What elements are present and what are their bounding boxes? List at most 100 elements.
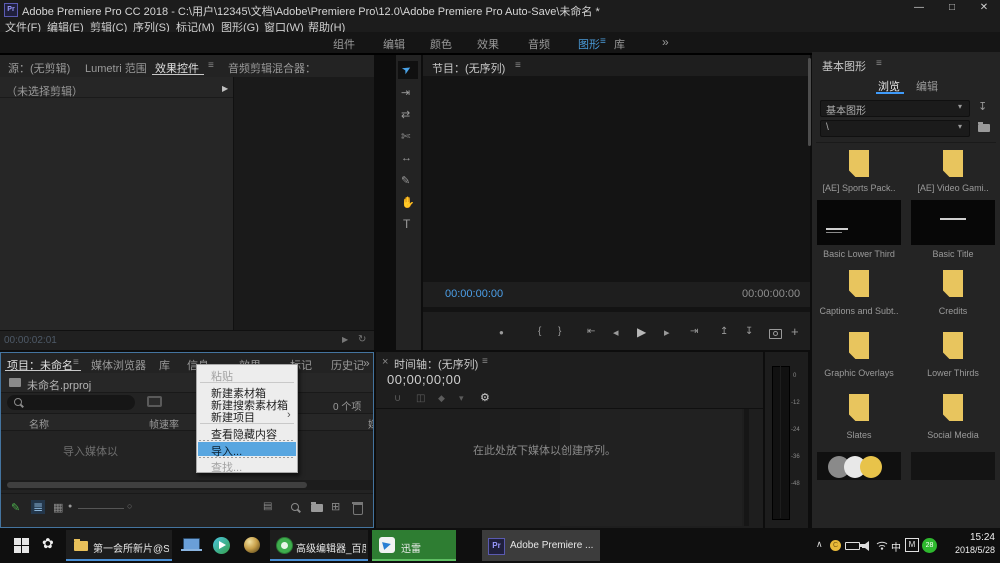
panel-menu-icon[interactable]: ≡ (515, 60, 521, 71)
workspace-overflow[interactable]: » (662, 35, 669, 49)
template-item-label[interactable]: [AE] Video Gami.. (906, 183, 1000, 193)
timeline-settings-icon[interactable]: ⚙ (480, 391, 490, 404)
list-view-icon[interactable]: ≣ (31, 500, 46, 514)
mark-in-icon[interactable]: { (538, 326, 541, 337)
template-folder-icon[interactable] (849, 270, 869, 297)
path-dropdown[interactable] (820, 120, 970, 137)
find-icon[interactable] (291, 503, 299, 511)
menu-graphics[interactable]: 图形(G) (221, 19, 259, 32)
template-item-label[interactable]: Lower Thirds (906, 368, 1000, 378)
step-back-icon[interactable]: ◂ (613, 326, 619, 339)
template-folder-icon[interactable] (943, 332, 963, 359)
wifi-icon[interactable] (876, 540, 888, 550)
tab-lumetri-scopes[interactable]: Lumetri 范围 (85, 60, 147, 76)
workspace-menu-icon[interactable]: ≡ (600, 36, 606, 47)
template-thumbnail[interactable] (911, 200, 995, 245)
template-thumbnail[interactable] (911, 452, 995, 480)
lift-icon[interactable]: ↥ (720, 326, 728, 337)
slip-tool[interactable]: ↔ (401, 152, 412, 164)
menu-window[interactable]: 窗口(W) (264, 19, 304, 32)
workspace-tab-audio[interactable]: 音频 (528, 36, 550, 52)
template-item-label[interactable]: Social Media (906, 430, 1000, 440)
template-item-label[interactable]: Captions and Subt.. (812, 306, 906, 316)
timeline-timecode[interactable]: 00;00;00;00 (387, 372, 461, 387)
project-file-name[interactable]: 未命名.prproj (27, 377, 91, 393)
program-monitor-title[interactable]: 节目：(无序列) (432, 60, 505, 76)
go-to-in-icon[interactable]: ⇤ (587, 326, 595, 337)
template-item-label[interactable]: Slates (812, 430, 906, 440)
menu-help[interactable]: 帮助(H) (308, 19, 345, 32)
tray-day-badge[interactable]: 28 (922, 538, 937, 553)
tab-libraries[interactable]: 库 (159, 357, 170, 373)
add-panel-button[interactable]: + (791, 324, 799, 339)
tray-m-icon[interactable]: M (905, 538, 919, 552)
template-thumbnail[interactable] (817, 200, 901, 245)
close-button[interactable]: ✕ (970, 2, 998, 13)
new-item-icon[interactable]: ⊞ (331, 500, 340, 513)
expand-arrow-icon[interactable]: ▶ (222, 84, 228, 93)
ime-indicator[interactable]: 中 (891, 539, 901, 554)
tray-coin-icon[interactable]: C (830, 540, 841, 551)
zoom-in-icon[interactable]: ○ (127, 501, 132, 511)
workspace-tab-graphics[interactable]: 图形 (578, 36, 600, 52)
delete-icon[interactable] (352, 502, 363, 515)
linked-selection-icon[interactable]: ◫ (416, 393, 425, 404)
step-forward-icon[interactable]: ▸ (664, 326, 670, 339)
minimize-button[interactable]: — (905, 2, 933, 13)
template-item-label[interactable]: Graphic Overlays (812, 368, 906, 378)
play-button-icon[interactable]: ▶ (637, 325, 646, 339)
menu-clip[interactable]: 剪辑(C) (90, 19, 127, 32)
template-folder-icon[interactable] (849, 394, 869, 421)
extract-icon[interactable]: ↧ (745, 326, 753, 337)
new-bin-icon[interactable] (311, 502, 323, 512)
install-template-icon[interactable]: ↧ (978, 100, 987, 113)
template-folder-icon[interactable] (943, 150, 963, 177)
menu-edit[interactable]: 编辑(E) (47, 19, 84, 32)
hand-tool[interactable]: ✋ (401, 196, 415, 209)
timeline-vertical-scrollbar[interactable] (744, 409, 749, 526)
template-folder-icon[interactable] (849, 332, 869, 359)
panel-menu-icon[interactable]: ≡ (876, 58, 882, 69)
panel-menu-icon[interactable]: ≡ (208, 60, 214, 71)
timeline-title[interactable]: 时间轴：(无序列) (394, 356, 478, 372)
workspace-tab-libraries[interactable]: 库 (614, 36, 625, 52)
workspace-tab-effects[interactable]: 效果 (477, 36, 499, 52)
zoom-out-icon[interactable]: ● (68, 503, 72, 510)
template-folder-icon[interactable] (943, 270, 963, 297)
marker-menu-caret-icon[interactable]: ▾ (459, 393, 464, 404)
ripple-edit-tool[interactable]: ⇄ (401, 108, 410, 121)
template-item-label[interactable]: Basic Title (906, 249, 1000, 259)
start-button[interactable] (14, 538, 29, 553)
writable-icon[interactable]: ✎ (11, 501, 20, 514)
loop-icon[interactable]: ↻ (358, 334, 366, 345)
taskbar-app-folder[interactable]: 第一会所新片@SIS... (66, 530, 172, 561)
close-panel-icon[interactable]: × (382, 356, 388, 368)
horizontal-scrollbar-thumb[interactable] (7, 482, 307, 488)
program-current-timecode[interactable]: 00:00:00:00 (445, 288, 503, 300)
tab-audio-clip-mixer[interactable]: 音频剪辑混合器： (228, 60, 316, 76)
menu-file[interactable]: 文件(F) (5, 19, 41, 32)
taskbar-app-browser[interactable] (238, 530, 266, 561)
program-scrollbar[interactable] (423, 307, 810, 312)
column-frame-rate[interactable]: 帧速率 (149, 416, 179, 431)
graphics-panel-scrollbar[interactable] (808, 58, 811, 146)
maximize-button[interactable]: □ (938, 2, 966, 13)
menu-sequence[interactable]: 序列(S) (133, 19, 170, 32)
export-frame-icon[interactable] (769, 329, 782, 339)
mark-out-icon[interactable]: } (558, 326, 561, 337)
template-item-label[interactable]: Basic Lower Third (812, 249, 906, 259)
type-tool[interactable]: T (403, 217, 410, 231)
workspace-tab-editing[interactable]: 编辑 (383, 36, 405, 52)
pen-tool[interactable]: ✎ (401, 174, 410, 187)
taskbar-app-thunder[interactable]: 迅雷 (372, 530, 456, 561)
effect-controls-timecode[interactable]: 00:00:02:01 (4, 335, 57, 346)
panel-tabs-overflow[interactable]: » (363, 356, 370, 370)
tab-edit[interactable]: 编辑 (916, 78, 938, 94)
tab-history[interactable]: 历史记 (331, 357, 364, 373)
search-input[interactable] (7, 395, 135, 410)
template-folder-icon[interactable] (943, 394, 963, 421)
timeline-track-area[interactable] (560, 409, 742, 526)
menu-markers[interactable]: 标记(M) (176, 19, 215, 32)
template-item-label[interactable]: Credits (906, 306, 1000, 316)
panel-menu-icon[interactable]: ≡ (482, 356, 488, 367)
